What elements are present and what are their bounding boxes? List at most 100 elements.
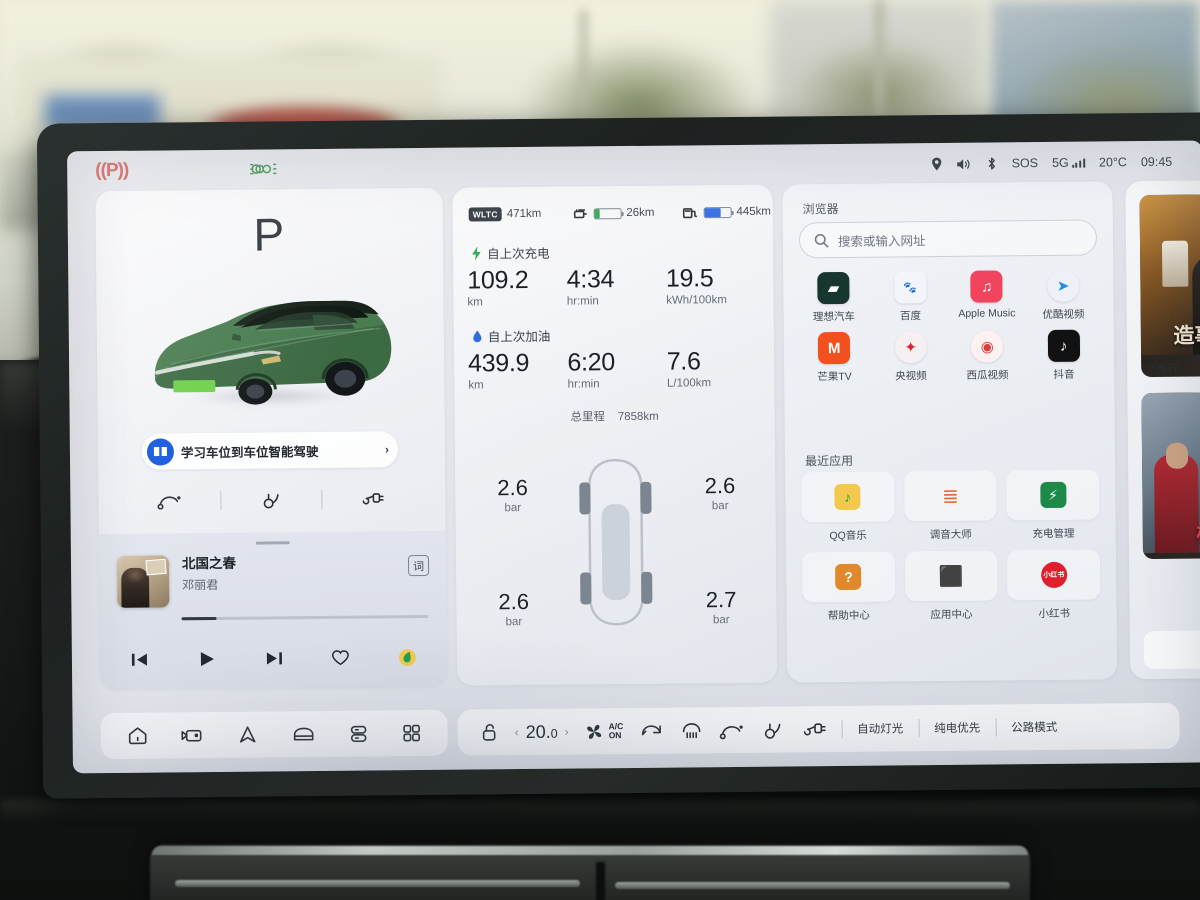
temperature-control[interactable]: ‹ 20.0 ›	[515, 721, 569, 743]
temp-decrease-button[interactable]: ‹	[515, 725, 519, 739]
vehicle-card[interactable]: P 学习车位到车位智能驾驶 › 北国之春 邓丽君 词	[95, 187, 448, 690]
seat-icon[interactable]	[346, 723, 370, 745]
mode-auto-lights[interactable]: 自动灯光	[857, 720, 903, 736]
recent-app-tile[interactable]: ⚡	[1006, 469, 1100, 521]
odometer: 总里程 7858km	[455, 407, 775, 426]
charge-stats-row: 109.2 km 4:34 hr:min 19.5 kWh/100km	[467, 264, 765, 309]
qq-music-icon: ♪	[834, 483, 861, 511]
qq-music-icon[interactable]	[398, 648, 417, 667]
speaker-icon[interactable]	[957, 157, 973, 170]
energy-card[interactable]: WLTC 471km 26km 445km 自上次充电 109.2 km 4:3…	[452, 184, 778, 686]
tire-rear-left: 2.6 bar	[498, 588, 530, 629]
app-shortcut-mango-tv-icon[interactable]: M 芒果TV	[796, 331, 873, 385]
app-shortcut-label: Apple Music	[958, 307, 1016, 320]
media-player[interactable]: 北国之春 邓丽君 词	[98, 530, 448, 690]
infotainment-screen[interactable]: ((P)) SOS 5G 20°C 09:45 P 学习车位到车位智能驾驶 › …	[37, 112, 1200, 798]
app-shortcut-label: 抖音	[1053, 368, 1075, 381]
li-auto-icon: ▰	[817, 271, 850, 305]
ev-range-value: 26km	[626, 206, 655, 220]
browser-search-bar[interactable]: 搜索或输入网址	[798, 219, 1098, 259]
charge-port-left-icon[interactable]	[718, 720, 744, 740]
favorite-button[interactable]	[331, 649, 350, 667]
ac-label-line2: ON	[608, 730, 622, 741]
drag-handle[interactable]	[255, 541, 290, 545]
side-video-panel[interactable]: 白 造事录 之西行 独播	[1125, 179, 1200, 680]
odometer-label: 总里程	[570, 411, 606, 424]
tire-front-right: 2.6 bar	[704, 472, 736, 513]
tire-pressure-monitor[interactable]: 2.6 bar 2.6 bar 2.6 bar 2.7 bar	[455, 447, 777, 640]
fuel-pump-icon	[682, 206, 698, 219]
equalizer-icon: ≣	[941, 485, 959, 508]
temp-increase-button[interactable]: ›	[565, 725, 569, 739]
recent-app-app-center-icon[interactable]: ⬛ 应用中心	[904, 550, 998, 622]
ac-control[interactable]: A/C ON	[584, 721, 624, 742]
recent-app-label: 帮助中心	[827, 609, 870, 623]
recent-app-equalizer-icon[interactable]: ≣ 调音大师	[903, 470, 997, 542]
tire-rear-right: 2.7 bar	[705, 586, 737, 627]
app-shortcut-baidu-icon[interactable]: 🐾 百度	[872, 271, 949, 324]
video-poster-2[interactable]: 独播 楼	[1141, 391, 1200, 560]
network-type-label: 5G	[1051, 155, 1069, 170]
fuel-cap-icon[interactable]	[257, 490, 285, 509]
app-shortcut-li-auto-icon[interactable]: ▰ 理想汽车	[795, 271, 872, 325]
app-shortcut-youku-icon[interactable]: ➤ 优酷视频	[1025, 269, 1102, 322]
video-poster-1[interactable]: 白 造事录 之西行	[1139, 193, 1200, 378]
app-shortcut-cctv-video-icon[interactable]: ✦ 央视频	[872, 331, 949, 384]
dashcam-icon[interactable]	[180, 724, 206, 746]
fuel-cap-icon[interactable]	[759, 720, 785, 740]
bluetooth-icon[interactable]	[987, 156, 998, 170]
browser-card[interactable]: 浏览器 搜索或输入网址 ▰ 理想汽车 🐾 百度 ♫ Apple Music ➤ 优酷视频 M 芒果…	[782, 181, 1118, 683]
recent-app-label: QQ音乐	[829, 529, 867, 543]
signal-bars-icon	[1071, 158, 1086, 168]
car-icon[interactable]	[290, 723, 316, 745]
gear-indicator: P	[253, 208, 286, 261]
mode-highway[interactable]: 公路模式	[1011, 719, 1057, 735]
unlock-icon[interactable]	[480, 721, 500, 743]
app-shortcut-xigua-video-icon[interactable]: ◉ 西瓜视频	[949, 330, 1026, 383]
mode-ev-priority[interactable]: 纯电优先	[934, 720, 980, 736]
recent-app-tile[interactable]: ≣	[903, 470, 997, 522]
recent-app-xiaohongshu-icon[interactable]: 小红书 小红书	[1007, 549, 1101, 621]
poster-caption-2: 楼	[1196, 522, 1200, 546]
ev-battery-icon	[573, 207, 588, 220]
lyrics-button[interactable]: 词	[407, 554, 430, 577]
sos-indicator[interactable]: SOS	[1012, 156, 1039, 170]
fan-icon	[584, 721, 605, 742]
refuel-distance-stat: 439.9 km	[467, 348, 530, 392]
clock: 09:45	[1140, 154, 1173, 170]
app-shortcut-label: 百度	[899, 310, 921, 323]
charge-plug-icon[interactable]	[800, 719, 826, 739]
rear-defrost-icon[interactable]	[679, 720, 703, 740]
next-track-button[interactable]	[263, 649, 283, 667]
wltc-badge: WLTC	[468, 207, 502, 222]
parking-brake-icon: ((P))	[95, 159, 129, 182]
side-home-button[interactable]	[1143, 629, 1200, 670]
learn-smart-driving-banner[interactable]: 学习车位到车位智能驾驶 ›	[141, 431, 399, 470]
recent-app-qq-music-icon[interactable]: ♪ QQ音乐	[801, 471, 895, 543]
playback-progress[interactable]	[181, 614, 429, 621]
recent-app-charge-battery-icon[interactable]: ⚡ 充电管理	[1006, 469, 1100, 541]
xigua-video-icon: ◉	[971, 330, 1004, 363]
app-shortcut-apple-music-icon[interactable]: ♫ Apple Music	[948, 270, 1025, 323]
recirculation-icon[interactable]	[638, 721, 664, 741]
fuel-range-value: 445km	[736, 205, 772, 218]
apps-grid-icon[interactable]	[400, 722, 422, 744]
charge-port-left-icon[interactable]	[156, 491, 184, 510]
navigation-icon[interactable]	[236, 724, 260, 746]
recent-app-tile[interactable]: ♪	[801, 471, 895, 523]
home-icon[interactable]	[126, 725, 150, 747]
recent-app-help-question-icon[interactable]: ? 帮助中心	[801, 551, 896, 623]
play-button[interactable]	[198, 650, 216, 668]
refuel-stats-row: 439.9 km 6:20 hr:min 7.6 L/100km	[467, 347, 766, 392]
recent-app-tile[interactable]: 小红书	[1007, 549, 1101, 601]
vehicle-3d-render	[136, 266, 405, 419]
odometer-value: 7858km	[617, 410, 659, 424]
status-bar: SOS 5G 20°C 09:45	[932, 149, 1173, 177]
app-shortcut-label: 西瓜视频	[966, 369, 1009, 382]
recent-app-tile[interactable]: ⬛	[904, 550, 998, 602]
recent-app-tile[interactable]: ?	[801, 551, 896, 603]
app-shortcut-douyin-icon[interactable]: ♪ 抖音	[1025, 329, 1102, 382]
previous-track-button[interactable]	[130, 651, 150, 669]
charge-plug-icon[interactable]	[358, 489, 386, 507]
photo-scene: ((P)) SOS 5G 20°C 09:45 P 学习车位到车位智能驾驶 › …	[0, 0, 1200, 900]
